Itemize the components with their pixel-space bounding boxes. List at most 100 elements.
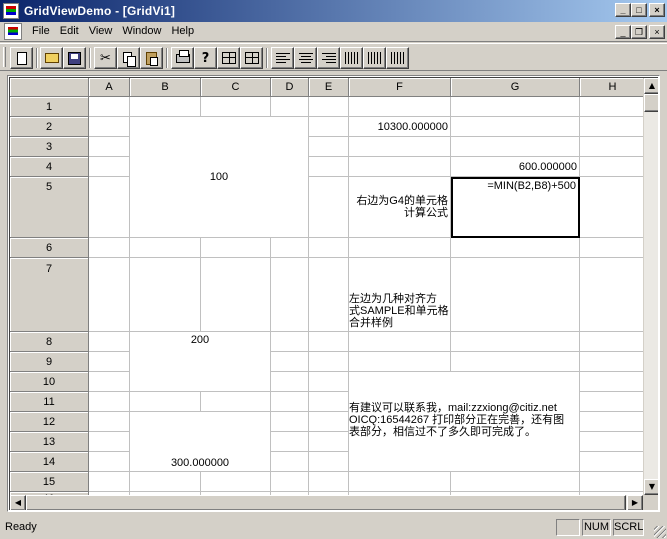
row-header-8[interactable]: 8 (10, 332, 89, 352)
open-button[interactable] (40, 47, 63, 69)
grid-cell[interactable] (580, 137, 646, 157)
title-bar[interactable]: GridViewDemo - [GridVi1] _ □ × (0, 0, 667, 22)
grid-cell[interactable] (201, 258, 271, 332)
grid-cell[interactable] (580, 372, 646, 392)
grid-cell[interactable] (580, 258, 646, 332)
help-button[interactable]: ? (194, 47, 217, 69)
copy-button[interactable] (117, 47, 140, 69)
grid-cell[interactable] (89, 412, 130, 432)
grid-cell[interactable] (580, 472, 646, 492)
print-button[interactable] (171, 47, 194, 69)
column-header-h[interactable]: H (580, 78, 646, 97)
column-header-g[interactable]: G (451, 78, 580, 97)
row-header-9[interactable]: 9 (10, 352, 89, 372)
grid-cell[interactable] (580, 412, 646, 432)
grid-cell[interactable] (580, 177, 646, 238)
grid-cell[interactable] (89, 372, 130, 392)
grid-cell[interactable] (271, 452, 309, 472)
column-header-f[interactable]: F (349, 78, 451, 97)
row-header-11[interactable]: 11 (10, 392, 89, 412)
menu-help[interactable]: Help (166, 25, 199, 37)
grid-cell[interactable] (580, 332, 646, 352)
mdi-minimize-button[interactable]: _ (615, 25, 631, 39)
grid-cell[interactable] (89, 137, 130, 157)
grid-cell[interactable] (89, 352, 130, 372)
grid-cell[interactable] (309, 238, 349, 258)
grid-cell[interactable] (89, 117, 130, 137)
grid-cell[interactable] (130, 238, 201, 258)
grid-cell[interactable] (580, 352, 646, 372)
grid-cell[interactable] (89, 97, 130, 117)
column-header-a[interactable]: A (89, 78, 130, 97)
grid-cell[interactable] (201, 392, 271, 412)
grid-cell[interactable] (271, 472, 309, 492)
merged-cell-100[interactable]: 100 (130, 117, 309, 238)
grid-cell[interactable] (580, 452, 646, 472)
resize-grip-icon[interactable] (654, 526, 666, 538)
row-header-13[interactable]: 13 (10, 432, 89, 452)
grid-cell[interactable] (349, 137, 451, 157)
grid-cell[interactable] (89, 472, 130, 492)
row-header-15[interactable]: 15 (10, 472, 89, 492)
grid-cell[interactable] (89, 332, 130, 352)
row-header-6[interactable]: 6 (10, 238, 89, 258)
app-icon[interactable] (3, 3, 19, 19)
grid-cell[interactable] (271, 258, 309, 332)
grid-cell[interactable] (89, 157, 130, 177)
grid-cell[interactable] (580, 392, 646, 412)
grid-cell[interactable] (201, 472, 271, 492)
column-header-b[interactable]: B (130, 78, 201, 97)
grid-cell[interactable] (89, 392, 130, 412)
grid-cell[interactable] (451, 137, 580, 157)
grid-cell[interactable] (309, 432, 349, 452)
bars-1-button[interactable] (340, 47, 363, 69)
menu-window[interactable]: Window (117, 25, 166, 37)
cell-f2[interactable]: 10300.000000 (349, 117, 451, 137)
minimize-button[interactable]: _ (615, 3, 631, 17)
grid-cell[interactable] (349, 352, 451, 372)
horizontal-scrollbar[interactable]: ◀ ▶ (10, 495, 643, 510)
scroll-left-button[interactable]: ◀ (10, 495, 26, 510)
grid-cell[interactable] (451, 238, 580, 258)
row-header-3[interactable]: 3 (10, 137, 89, 157)
scroll-down-button[interactable]: ▼ (644, 479, 658, 495)
merged-note-cell[interactable]: 有建议可以联系我，mail:zzxiong@citiz.net OICQ:165… (349, 372, 580, 472)
grid-cell[interactable] (451, 97, 580, 117)
save-button[interactable] (63, 47, 86, 69)
grid-cell[interactable] (271, 97, 309, 117)
grid-cell[interactable] (309, 258, 349, 332)
grid-cell[interactable] (309, 177, 349, 238)
row-header-10[interactable]: 10 (10, 372, 89, 392)
grid-cell[interactable] (309, 452, 349, 472)
grid-cell[interactable] (580, 97, 646, 117)
document-icon[interactable] (4, 23, 22, 40)
grid-cell[interactable] (89, 432, 130, 452)
row-header-5[interactable]: 5 (10, 177, 89, 238)
cell-g4[interactable]: 600.000000 (451, 157, 580, 177)
cell-g5[interactable]: =MIN(B2,B8)+500 (451, 177, 580, 238)
grid-cell[interactable] (89, 258, 130, 332)
grid-cell[interactable] (580, 238, 646, 258)
menu-edit[interactable]: Edit (55, 25, 84, 37)
grid-cell[interactable] (309, 137, 349, 157)
grid-cell[interactable] (309, 157, 349, 177)
grid-area[interactable]: A B C D E F G H 1 2 3 4 5 6 7 8 9 10 11 … (9, 77, 658, 510)
grid-cell[interactable] (309, 332, 349, 352)
cell-f7[interactable]: 左边为几种对齐方 式SAMPLE和单元格 合并样例 (349, 258, 451, 332)
mdi-restore-button[interactable]: ❐ (631, 25, 647, 39)
grid-cell[interactable] (201, 238, 271, 258)
scroll-up-button[interactable]: ▲ (644, 78, 658, 94)
row-header-7[interactable]: 7 (10, 258, 89, 332)
grid-cell[interactable] (309, 472, 349, 492)
paste-button[interactable] (140, 47, 163, 69)
grid-cell[interactable] (349, 238, 451, 258)
menu-view[interactable]: View (84, 25, 118, 37)
grid-cell[interactable] (271, 412, 309, 432)
grid-cell[interactable] (451, 332, 580, 352)
grid-cell[interactable] (580, 117, 646, 137)
grid-cell[interactable] (451, 258, 580, 332)
grid-cell[interactable] (309, 352, 349, 372)
grid-cell[interactable] (349, 332, 451, 352)
grid-cell[interactable] (451, 117, 580, 137)
horizontal-scroll-thumb[interactable] (26, 495, 626, 510)
